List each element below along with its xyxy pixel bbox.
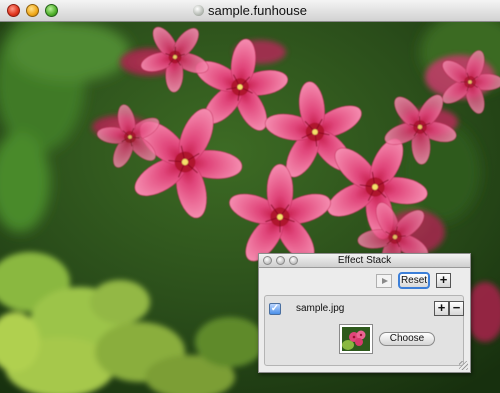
- palette-titlebar[interactable]: Effect Stack: [259, 254, 470, 268]
- choose-button[interactable]: Choose: [379, 332, 435, 346]
- layer-add-button[interactable]: +: [434, 301, 449, 316]
- layer-panel: ✓ sample.jpg + − Choose: [264, 295, 464, 366]
- layer-enabled-checkbox[interactable]: ✓: [269, 303, 281, 315]
- resize-grip[interactable]: [459, 361, 468, 370]
- add-effect-button[interactable]: +: [436, 273, 451, 288]
- layer-filename: sample.jpg: [296, 303, 345, 314]
- flower-thumbnail-icon: [342, 327, 370, 351]
- play-button[interactable]: [376, 274, 392, 288]
- palette-title: Effect Stack: [337, 255, 392, 266]
- layer-remove-button[interactable]: −: [449, 301, 464, 316]
- image-thumbnail[interactable]: [339, 324, 373, 354]
- window-title: sample.funhouse: [207, 3, 307, 18]
- funhouse-document-icon: [192, 5, 204, 16]
- reset-button[interactable]: Reset: [398, 272, 430, 289]
- window-title-area: sample.funhouse: [0, 3, 500, 18]
- effect-stack-palette: Effect Stack Reset + ✓ sample.jpg + − Ch…: [258, 253, 471, 373]
- window-titlebar[interactable]: sample.funhouse: [0, 0, 500, 22]
